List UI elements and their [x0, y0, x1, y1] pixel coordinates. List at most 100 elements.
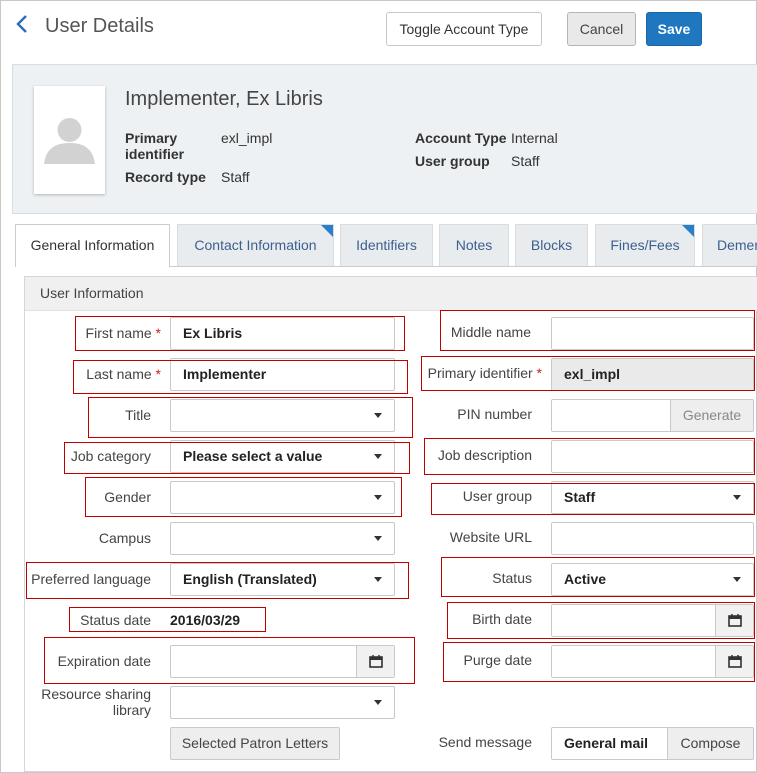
gender-select[interactable]	[170, 481, 395, 514]
website-url-label: Website URL	[449, 529, 532, 545]
record-type-value: Staff	[221, 169, 250, 185]
status-label: Status	[492, 570, 532, 586]
tab-bar-divider	[170, 266, 757, 267]
title-select[interactable]	[170, 399, 395, 432]
chevron-down-icon	[374, 454, 382, 459]
toggle-account-type-button[interactable]: Toggle Account Type	[386, 12, 542, 46]
tab-flag-icon	[321, 225, 333, 237]
calendar-button[interactable]	[715, 605, 753, 636]
chevron-down-icon	[374, 577, 382, 582]
send-message-label: Send message	[438, 734, 532, 750]
middle-name-field[interactable]	[551, 317, 754, 350]
tab-label: Notes	[455, 237, 493, 253]
user-group-label: User group	[415, 153, 490, 169]
tab-notes[interactable]: Notes	[439, 224, 509, 266]
back-arrow-icon[interactable]	[12, 14, 32, 40]
chevron-down-icon	[374, 495, 382, 500]
generate-pin-button[interactable]: Generate	[670, 399, 754, 432]
tab-label: Blocks	[530, 237, 573, 253]
selected-patron-letters-button[interactable]: Selected Patron Letters	[170, 727, 340, 760]
title-label: Title	[125, 407, 151, 423]
preferred-language-select-value: English (Translated)	[183, 571, 317, 587]
tab-identifiers[interactable]: Identifiers	[340, 224, 433, 266]
save-button[interactable]: Save	[646, 12, 702, 46]
tab-label: Fines/Fees	[610, 237, 680, 253]
tab-fines-fees[interactable]: Fines/Fees	[595, 224, 695, 266]
section-title: User Information	[25, 277, 757, 311]
calendar-icon	[728, 655, 742, 668]
chevron-down-icon	[733, 495, 741, 500]
record-type-label: Record type	[125, 169, 206, 185]
user-photo	[34, 86, 105, 194]
birth-date-label: Birth date	[472, 611, 532, 627]
tab-label: Contact Information	[194, 237, 317, 253]
required-marker: *	[155, 366, 161, 382]
middle-name-label: Middle name	[450, 324, 531, 340]
website-url-field[interactable]	[551, 522, 754, 555]
tab-demerits[interactable]: Demer	[702, 224, 757, 266]
account-type-value: Internal	[511, 130, 558, 146]
status-select-value: Active	[564, 571, 607, 587]
user-group-value: Staff	[511, 153, 540, 169]
last-name-field[interactable]: Implementer	[170, 358, 395, 391]
pin-number-label: PIN number	[457, 406, 532, 422]
tab-contact-information[interactable]: Contact Information	[177, 224, 334, 266]
primary-identifier-field-label: Primary identifier *	[420, 365, 542, 381]
tab-label: Identifiers	[356, 237, 417, 253]
tab-label: Demer	[717, 237, 757, 253]
page-title: User Details	[45, 15, 154, 37]
job-description-field[interactable]	[551, 440, 754, 473]
last-name-label-text: Last name	[86, 366, 152, 382]
account-type-label: Account Type	[415, 130, 507, 146]
primary-identifier-value: exl_impl	[221, 130, 273, 146]
tab-flag-icon	[682, 225, 694, 237]
expiration-date-field[interactable]	[170, 645, 395, 678]
chevron-down-icon	[374, 413, 382, 418]
tab-blocks[interactable]: Blocks	[515, 224, 588, 266]
required-marker: *	[536, 365, 542, 381]
job-category-select[interactable]: Please select a value	[170, 440, 395, 473]
calendar-button[interactable]	[356, 646, 394, 677]
purge-date-label: Purge date	[463, 652, 533, 668]
purge-date-field[interactable]	[551, 645, 754, 678]
user-silhouette-icon	[44, 118, 95, 164]
cancel-button[interactable]: Cancel	[567, 12, 636, 46]
label-line: library	[112, 702, 151, 718]
first-name-label: First name *	[40, 325, 161, 341]
compose-button[interactable]: Compose	[667, 727, 754, 760]
first-name-label-text: First name	[85, 325, 152, 341]
campus-select[interactable]	[170, 522, 395, 555]
job-category-select-value: Please select a value	[183, 448, 323, 464]
preferred-language-select[interactable]: English (Translated)	[170, 563, 395, 596]
job-category-label: Job category	[70, 448, 151, 464]
expiration-date-label: Expiration date	[57, 653, 151, 669]
resource-sharing-library-select[interactable]	[170, 686, 395, 719]
calendar-button[interactable]	[715, 646, 753, 677]
pin-number-field[interactable]	[551, 399, 671, 432]
send-message-select[interactable]: General mail	[551, 727, 668, 760]
birth-date-field[interactable]	[551, 604, 754, 637]
user-summary-panel: Implementer, Ex Libris Primary identifie…	[12, 64, 757, 214]
first-name-field[interactable]: Ex Libris	[170, 317, 395, 350]
status-select[interactable]: Active	[551, 563, 754, 596]
chevron-down-icon	[733, 577, 741, 582]
resource-sharing-library-label: Resource sharing library	[30, 686, 151, 718]
chevron-down-icon	[374, 536, 382, 541]
calendar-icon	[369, 655, 383, 668]
label-line: Resource sharing	[41, 686, 151, 702]
tab-label: General Information	[30, 237, 155, 253]
primary-identifier-label-text: Primary identifier	[427, 365, 533, 381]
user-group-select[interactable]: Staff	[551, 481, 754, 514]
last-name-label: Last name *	[40, 366, 161, 382]
status-date-value: 2016/03/29	[170, 612, 241, 628]
required-marker: *	[155, 325, 161, 341]
preferred-language-label: Preferred language	[31, 571, 151, 587]
gender-label: Gender	[104, 489, 151, 505]
tab-general-information[interactable]: General Information	[15, 224, 170, 267]
campus-label: Campus	[98, 530, 151, 546]
user-group-field-label: User group	[462, 488, 532, 504]
status-date-label: Status date	[80, 612, 151, 628]
calendar-icon	[728, 614, 742, 627]
chevron-down-icon	[374, 700, 382, 705]
primary-identifier-field: exl_impl	[551, 358, 754, 391]
